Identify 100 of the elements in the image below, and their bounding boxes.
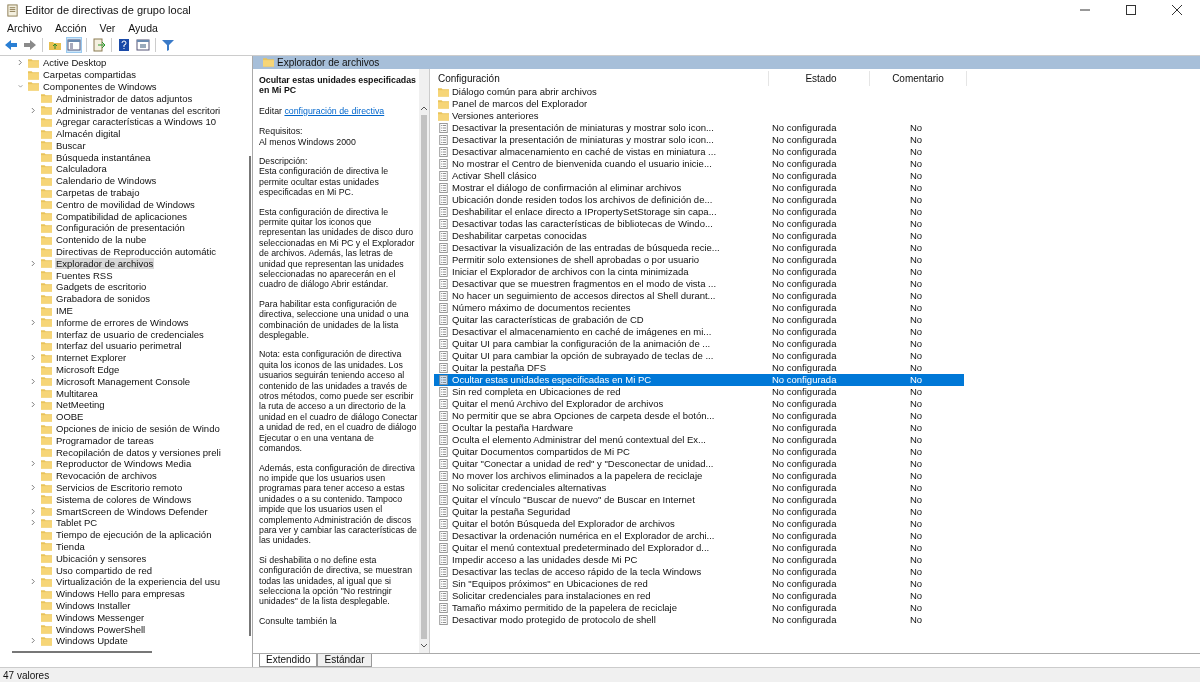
tree-item[interactable]: Interfaz del usuario perimetral bbox=[55, 340, 183, 352]
policy-row[interactable]: Desactivar la ordenación numérica en el Explorador de archi... No configurada No bbox=[434, 529, 964, 542]
tree-item[interactable]: Sistema de colores de Windows bbox=[55, 493, 193, 505]
scrollbar[interactable] bbox=[419, 68, 429, 653]
policy-row[interactable]: Desactivar todas las características de bibliotecas de Windo... No configurada No bbox=[434, 217, 964, 230]
tree-item[interactable]: Fuentes RSS bbox=[55, 269, 114, 281]
scroll-down-icon[interactable] bbox=[420, 643, 428, 649]
tree-item[interactable]: Tienda bbox=[55, 541, 86, 552]
policy-row[interactable]: No permitir que se abra Opciones de carpeta desde el botón... No configurada No bbox=[434, 409, 964, 422]
menu-item[interactable]: Ayuda bbox=[128, 21, 158, 34]
tree-item[interactable]: Carpetas de trabajo bbox=[55, 187, 141, 199]
policy-row[interactable]: Activar Shell clásico No configurada No bbox=[434, 169, 964, 182]
policy-row[interactable]: Versiones anteriores bbox=[434, 109, 964, 122]
scroll-up-icon[interactable] bbox=[420, 104, 428, 111]
tree-item[interactable]: Microsoft Edge bbox=[55, 364, 121, 376]
expand-chevron-icon[interactable] bbox=[31, 377, 36, 385]
tree-item[interactable]: Calendario de Windows bbox=[55, 175, 158, 187]
tree-item[interactable]: Tiempo de ejecución de la aplicación bbox=[55, 529, 213, 541]
tree-item[interactable]: Ubicación y sensores bbox=[55, 552, 148, 564]
view-tab[interactable]: Estándar bbox=[317, 654, 372, 667]
maximize-icon[interactable] bbox=[1126, 5, 1136, 16]
tree-item[interactable]: Interfaz de usuario de credenciales bbox=[55, 328, 205, 340]
tree-item[interactable]: Servicios de Escritorio remoto bbox=[55, 482, 184, 493]
policy-row[interactable]: Quitar el vínculo "Buscar de nuevo" de Buscar en Internet No configurada No bbox=[434, 493, 964, 506]
policy-row[interactable]: Quitar UI para cambiar la opción de subrayado de teclas de ... No configurada No bbox=[434, 349, 964, 362]
tree-item[interactable]: Contenido de la nube bbox=[55, 234, 148, 246]
column-header[interactable]: Estado bbox=[769, 70, 870, 86]
tree-item[interactable]: Opciones de inicio de sesión de Windo bbox=[55, 423, 221, 434]
policy-row[interactable]: Desactivar la presentación de miniaturas y mostrar solo icon... No configurada No bbox=[434, 121, 964, 134]
tree-item[interactable]: Recopilación de datos y versiones preli bbox=[55, 446, 222, 458]
tree-item[interactable]: Informe de errores de Windows bbox=[55, 316, 190, 328]
policy-row[interactable]: Diálogo común para abrir archivos bbox=[434, 85, 964, 98]
filter-icon[interactable] bbox=[161, 37, 175, 52]
back-arrow-icon[interactable] bbox=[4, 37, 18, 52]
tree-item[interactable]: Internet Explorer bbox=[55, 352, 128, 364]
view-tab[interactable]: Extendido bbox=[259, 654, 318, 667]
tree-item[interactable]: IME bbox=[55, 305, 74, 317]
tree-item[interactable]: Compatibilidad de aplicaciones bbox=[55, 210, 188, 222]
tree-item[interactable]: Buscar bbox=[55, 139, 87, 151]
tree-item[interactable]: Almacén digital bbox=[55, 128, 122, 140]
policy-row[interactable]: No hacer un seguimiento de accesos directos al Shell durant... No configurada No bbox=[434, 289, 964, 302]
expand-chevron-icon[interactable] bbox=[31, 637, 36, 645]
policy-row[interactable]: Desactivar las teclas de acceso rápido de la tecla Windows No configurada No bbox=[434, 565, 964, 578]
policy-row[interactable]: Quitar el menú contextual predeterminado del Explorador d... No configurada No bbox=[434, 541, 964, 554]
tree-item[interactable]: Windows PowerShell bbox=[55, 623, 147, 635]
scrollbar[interactable] bbox=[12, 651, 152, 653]
policy-row[interactable]: Quitar el menú Archivo del Explorador de archivos No configurada No bbox=[434, 397, 964, 410]
expand-chevron-icon[interactable] bbox=[18, 59, 23, 67]
policy-row[interactable]: Quitar "Conectar a unidad de red" y "Desconectar de unidad... No configurada No bbox=[434, 457, 964, 470]
properties-icon[interactable] bbox=[136, 37, 150, 52]
policy-row[interactable]: Impedir acceso a las unidades desde Mi PC No configurada No bbox=[434, 553, 964, 566]
tree-item[interactable]: Programador de tareas bbox=[55, 434, 155, 446]
collapse-chevron-icon[interactable] bbox=[18, 82, 23, 90]
tree-item[interactable]: Explorador de archivos bbox=[55, 257, 155, 269]
tree-item[interactable]: Windows Hello para empresas bbox=[55, 588, 186, 600]
policy-row[interactable]: Desactivar que se muestren fragmentos en el modo de vista ... No configurada No bbox=[434, 277, 964, 290]
policy-row[interactable]: Mostrar el diálogo de confirmación al eliminar archivos No configurada No bbox=[434, 181, 964, 194]
tree-item[interactable]: Revocación de archivos bbox=[55, 470, 158, 482]
expand-chevron-icon[interactable] bbox=[31, 484, 36, 491]
tree-item[interactable]: Componentes de Windows bbox=[42, 80, 158, 92]
policy-row[interactable]: No mostrar el Centro de bienvenida cuando el usuario inicie... No configurada No bbox=[434, 157, 964, 170]
policy-row[interactable]: Número máximo de documentos recientes No configurada No bbox=[434, 301, 964, 314]
policy-row[interactable]: Iniciar el Explorador de archivos con la cinta minimizada No configurada No bbox=[434, 265, 964, 278]
tree-toggle-icon[interactable] bbox=[67, 37, 81, 52]
expand-chevron-icon[interactable] bbox=[31, 519, 36, 527]
export-icon[interactable] bbox=[92, 37, 106, 52]
policy-row[interactable]: Sin "Equipos próximos" en Ubicaciones de red No configurada No bbox=[434, 577, 964, 590]
policy-row[interactable]: Desactivar la visualización de las entradas de búsqueda recie... No configurada No bbox=[434, 241, 964, 254]
expand-chevron-icon[interactable] bbox=[31, 460, 36, 468]
policy-row[interactable]: Ubicación donde residen todos los archivos de definición de... No configurada No bbox=[434, 193, 964, 206]
close-icon[interactable] bbox=[1172, 5, 1182, 16]
tree-item[interactable]: Microsoft Management Console bbox=[55, 375, 192, 387]
policy-row[interactable]: Quitar la pestaña Seguridad No configurada No bbox=[434, 505, 964, 518]
expand-chevron-icon[interactable] bbox=[31, 259, 36, 267]
tree-item[interactable]: Gadgets de escritorio bbox=[55, 281, 148, 293]
expand-chevron-icon[interactable] bbox=[31, 401, 36, 409]
policy-row[interactable]: Permitir solo extensiones de shell aprobadas o por usuario No configurada No bbox=[434, 253, 964, 266]
policy-row[interactable]: Quitar Documentos compartidos de Mi PC No configurada No bbox=[434, 445, 964, 458]
tree-item[interactable]: SmartScreen de Windows Defender bbox=[55, 505, 209, 517]
edit-policy-link[interactable]: configuración de directiva bbox=[284, 105, 385, 116]
expand-chevron-icon[interactable] bbox=[31, 578, 36, 586]
policy-row[interactable]: Ocultar estas unidades especificadas en Mi PC No configurada No bbox=[434, 373, 964, 386]
tree-item[interactable]: Uso compartido de red bbox=[55, 564, 154, 576]
tree-item[interactable]: Windows Update bbox=[55, 635, 129, 647]
policy-row[interactable]: Quitar las características de grabación de CD No configurada No bbox=[434, 313, 964, 326]
policy-row[interactable]: Quitar UI para cambiar la configuración de la animación de ... No configurada No bbox=[434, 337, 964, 350]
tree-item[interactable]: Windows Installer bbox=[55, 599, 132, 611]
tree-item[interactable]: Agregar características a Windows 10 bbox=[55, 116, 217, 128]
tree-item[interactable]: Centro de movilidad de Windows bbox=[55, 198, 196, 210]
tree-item[interactable]: Active Desktop bbox=[42, 57, 108, 69]
column-header[interactable]: Configuración bbox=[434, 70, 769, 86]
policy-row[interactable]: Desactivar modo protegido de protocolo de shell No configurada No bbox=[434, 613, 964, 626]
policy-row[interactable]: No solicitar credenciales alternativas No configurada No bbox=[434, 481, 964, 494]
help-icon[interactable] bbox=[117, 37, 131, 52]
column-header[interactable]: Comentario bbox=[870, 70, 967, 86]
tree-item[interactable]: Calculadora bbox=[55, 163, 108, 175]
menu-item[interactable]: Acción bbox=[55, 21, 87, 34]
policy-row[interactable]: Desactivar el almacenamiento en caché de imágenes en mi... No configurada No bbox=[434, 325, 964, 338]
policy-row[interactable]: Desactivar la presentación de miniaturas y mostrar solo icon... No configurada No bbox=[434, 133, 964, 146]
menu-item[interactable]: Ver bbox=[99, 21, 116, 34]
